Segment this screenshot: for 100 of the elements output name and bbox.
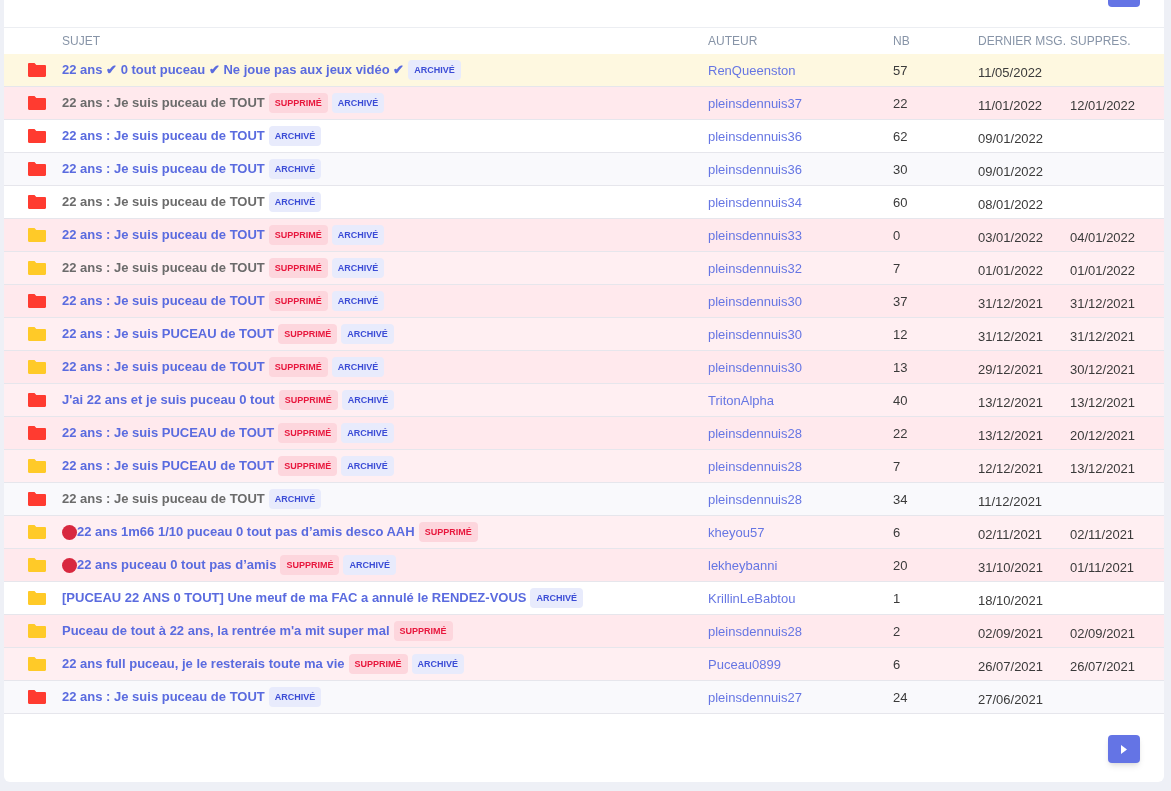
deleted-tag: SUPPRIMÉ (278, 423, 338, 443)
archived-tag: ARCHIVÉ (268, 192, 322, 212)
archived-tag: ARCHIVÉ (341, 324, 394, 344)
author-link[interactable]: lekheybanni (708, 558, 778, 573)
deleted-tag: SUPPRIMÉ (278, 456, 338, 476)
archived-tag: ARCHIVÉ (331, 258, 385, 278)
column-header: DERNIER MSG. (978, 34, 1066, 48)
message-count: 24 (893, 690, 908, 705)
deletion-date: 02/11/2021 (1070, 526, 1135, 542)
topic-link[interactable]: 22 ans : Je suis puceau de TOUT (62, 687, 265, 707)
author-link[interactable]: pleinsdennuis27 (708, 690, 802, 705)
message-count: 1 (893, 591, 901, 606)
deletion-date: 04/01/2022 (1070, 229, 1136, 245)
deleted-tag: SUPPRIMÉ (278, 390, 338, 410)
deletion-date: 13/12/2021 (1070, 394, 1136, 410)
topic-link[interactable]: 22 ans ✔ 0 tout puceau ✔ Ne joue pas aux jeux vidéo ✔ (62, 60, 405, 80)
author-link[interactable]: pleinsdennuis33 (708, 228, 802, 243)
topic-link[interactable]: 22 ans puceau 0 tout pas d’amis (77, 555, 277, 575)
message-count: 7 (893, 459, 901, 474)
last-message-date: 08/01/2022 (978, 196, 1044, 212)
pagination-button[interactable] (1108, 0, 1140, 7)
author-link[interactable]: pleinsdennuis34 (708, 195, 802, 210)
last-message-date: 02/09/2021 (978, 625, 1044, 641)
last-message-date: 26/07/2021 (978, 658, 1044, 674)
last-message-date: 13/12/2021 (978, 427, 1044, 443)
deletion-date: 01/01/2022 (1070, 262, 1136, 278)
topic-link[interactable]: 22 ans : Je suis PUCEAU de TOUT (62, 324, 275, 344)
author-link[interactable]: pleinsdennuis30 (708, 360, 802, 375)
deleted-tag: SUPPRIMÉ (268, 258, 328, 278)
deletion-date: 30/12/2021 (1070, 361, 1136, 377)
message-count: 6 (893, 657, 901, 672)
author-link[interactable]: RenQueenston (708, 63, 796, 78)
author-link[interactable]: pleinsdennuis30 (708, 327, 802, 342)
author-link[interactable]: pleinsdennuis30 (708, 294, 802, 309)
archived-tag: ARCHIVÉ (268, 159, 322, 179)
author-link[interactable]: pleinsdennuis28 (708, 459, 802, 474)
archived-tag: ARCHIVÉ (331, 291, 385, 311)
topic-link[interactable]: 22 ans : Je suis PUCEAU de TOUT (62, 456, 275, 476)
archived-tag: ARCHIVÉ (408, 60, 461, 80)
author-link[interactable]: kheyou57 (708, 525, 765, 540)
topic-link[interactable]: 22 ans 1m66 1/10 puceau 0 tout pas d’amis desco AAH (77, 522, 415, 542)
archived-tag: ARCHIVÉ (341, 456, 394, 476)
archived-tag: ARCHIVÉ (341, 423, 394, 443)
topic-link[interactable]: 22 ans : Je suis puceau de TOUT (62, 93, 265, 113)
archived-tag: ARCHIVÉ (331, 225, 385, 245)
topic-link[interactable]: 22 ans : Je suis puceau de TOUT (62, 357, 265, 377)
last-message-date: 31/10/2021 (978, 559, 1044, 575)
topic-link[interactable]: 22 ans : Je suis puceau de TOUT (62, 291, 265, 311)
deleted-tag: SUPPRIMÉ (268, 357, 328, 377)
author-link[interactable]: TritonAlpha (708, 393, 774, 408)
last-message-date: 29/12/2021 (978, 361, 1044, 377)
topic-link[interactable]: [PUCEAU 22 ANS 0 TOUT] Une meuf de ma FAC a annulé le RENDEZ-VOUS (62, 588, 527, 608)
column-header: AUTEUR (708, 34, 758, 48)
topic-link[interactable]: 22 ans : Je suis puceau de TOUT (62, 126, 265, 146)
caret-right-icon (1121, 744, 1127, 754)
topic-link[interactable]: 22 ans : Je suis puceau de TOUT (62, 159, 265, 179)
topic-link[interactable]: J'ai 22 ans et je suis puceau 0 tout (62, 390, 275, 410)
author-link[interactable]: pleinsdennuis32 (708, 261, 802, 276)
archived-tag: ARCHIVÉ (331, 357, 385, 377)
deletion-date: 01/11/2021 (1070, 559, 1135, 575)
author-link[interactable]: pleinsdennuis28 (708, 426, 802, 441)
last-message-date: 09/01/2022 (978, 163, 1044, 179)
next-page-button[interactable] (1108, 735, 1140, 763)
message-count: 22 (893, 96, 908, 111)
column-header: SUJET (62, 34, 100, 48)
author-link[interactable]: Puceau0899 (708, 657, 781, 672)
last-message-date: 12/12/2021 (978, 460, 1044, 476)
topic-link[interactable]: 22 ans : Je suis puceau de TOUT (62, 192, 265, 212)
message-count: 34 (893, 492, 908, 507)
message-count: 60 (893, 195, 908, 210)
archived-tag: ARCHIVÉ (341, 390, 395, 410)
topic-link[interactable]: 22 ans : Je suis puceau de TOUT (62, 258, 265, 278)
last-message-date: 11/01/2022 (978, 97, 1043, 113)
archived-tag: ARCHIVÉ (268, 489, 322, 509)
author-link[interactable]: pleinsdennuis28 (708, 624, 802, 639)
last-message-date: 13/12/2021 (978, 394, 1044, 410)
last-message-date: 27/06/2021 (978, 691, 1044, 707)
archived-tag: ARCHIVÉ (343, 555, 396, 575)
topic-link[interactable]: 22 ans : Je suis PUCEAU de TOUT (62, 423, 275, 443)
author-link[interactable]: pleinsdennuis37 (708, 96, 802, 111)
author-link[interactable]: pleinsdennuis28 (708, 492, 802, 507)
last-message-date: 11/12/2021 (978, 493, 1043, 509)
topic-link[interactable]: 22 ans full puceau, je le resterais toute ma vie (62, 654, 345, 674)
last-message-date: 11/05/2022 (978, 64, 1043, 80)
message-count: 40 (893, 393, 908, 408)
topic-link[interactable]: Puceau de tout à 22 ans, la rentrée m'a mit super mal (62, 621, 390, 641)
author-link[interactable]: KrillinLeBabtou (708, 591, 796, 606)
archived-tag: ARCHIVÉ (268, 687, 322, 707)
message-count: 62 (893, 129, 908, 144)
archived-tag: ARCHIVÉ (411, 654, 465, 674)
message-count: 22 (893, 426, 908, 441)
deleted-tag: SUPPRIMÉ (278, 324, 338, 344)
archived-tag: ARCHIVÉ (331, 93, 385, 113)
topic-link[interactable]: 22 ans : Je suis puceau de TOUT (62, 489, 265, 509)
message-count: 30 (893, 162, 908, 177)
message-count: 37 (893, 294, 908, 309)
topic-link[interactable]: 22 ans : Je suis puceau de TOUT (62, 225, 265, 245)
author-link[interactable]: pleinsdennuis36 (708, 129, 802, 144)
deleted-tag: SUPPRIMÉ (348, 654, 408, 674)
author-link[interactable]: pleinsdennuis36 (708, 162, 802, 177)
